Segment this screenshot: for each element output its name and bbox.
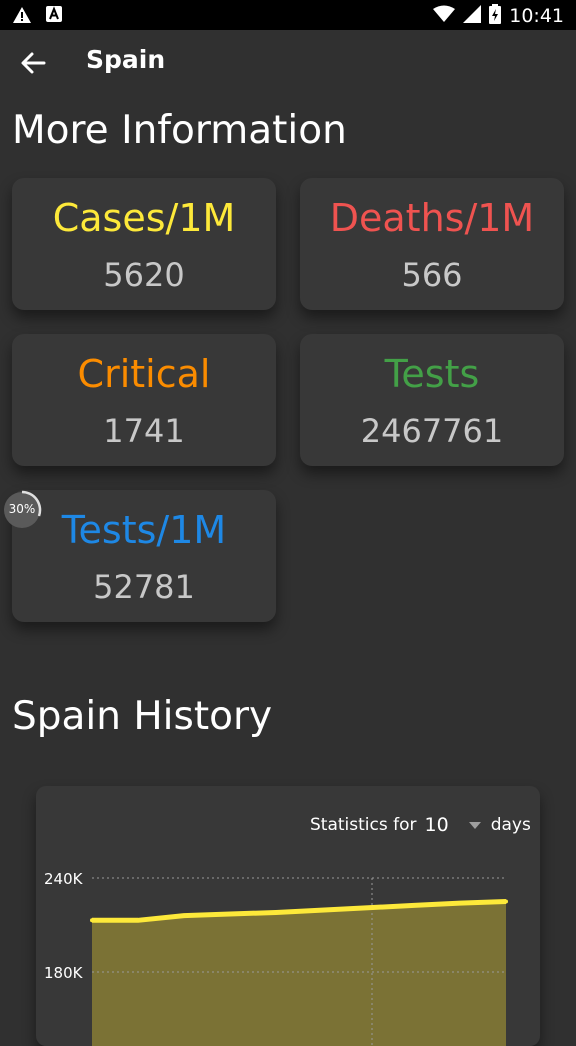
- history-chart: 240K 180K: [36, 786, 540, 1046]
- card-value: 52781: [12, 568, 276, 606]
- card-value: 566: [300, 256, 564, 294]
- data-point[interactable]: [412, 903, 416, 907]
- data-point[interactable]: [320, 908, 324, 912]
- wifi-icon: [433, 5, 455, 27]
- back-button[interactable]: [18, 50, 48, 76]
- card-label: Tests/1M: [12, 508, 276, 552]
- status-time: 10:41: [509, 5, 564, 27]
- signal-icon: [463, 5, 481, 27]
- progress-badge[interactable]: 30%: [4, 492, 40, 528]
- chart-area: [92, 902, 506, 1046]
- data-point[interactable]: [458, 901, 462, 905]
- status-bar: 10:41: [0, 0, 576, 30]
- data-point[interactable]: [182, 914, 186, 918]
- data-point[interactable]: [136, 918, 140, 922]
- warning-icon: [12, 6, 32, 28]
- tests-card: Tests 2467761: [300, 334, 564, 466]
- y-tick-label: 180K: [44, 964, 84, 982]
- app-bar-title: Spain: [86, 45, 165, 74]
- data-point[interactable]: [274, 910, 278, 914]
- card-label: Cases/1M: [12, 196, 276, 240]
- card-value: 5620: [12, 256, 276, 294]
- card-value: 1741: [12, 412, 276, 450]
- battery-icon: [489, 4, 501, 28]
- data-point[interactable]: [504, 900, 508, 904]
- app-bar: Spain: [0, 30, 576, 96]
- font-icon: [46, 6, 62, 28]
- progress-text: 30%: [4, 502, 40, 516]
- deaths-per-million-card: Deaths/1M 566: [300, 178, 564, 310]
- data-point[interactable]: [228, 912, 232, 916]
- cases-per-million-card: Cases/1M 5620: [12, 178, 276, 310]
- history-chart-card: Statistics for 10 days 240K180K: [36, 786, 540, 1046]
- history-title: Spain History: [12, 694, 272, 739]
- arrow-back-icon: [18, 61, 48, 80]
- card-label: Tests: [300, 352, 564, 396]
- critical-card: Critical 1741: [12, 334, 276, 466]
- more-info-title: More Information: [12, 108, 347, 153]
- data-point[interactable]: [366, 906, 370, 910]
- card-label: Deaths/1M: [300, 196, 564, 240]
- y-tick-label: 240K: [44, 870, 84, 888]
- data-point[interactable]: [90, 918, 94, 922]
- tests-per-million-card: Tests/1M 52781: [12, 490, 276, 622]
- card-value: 2467761: [300, 412, 564, 450]
- card-label: Critical: [12, 352, 276, 396]
